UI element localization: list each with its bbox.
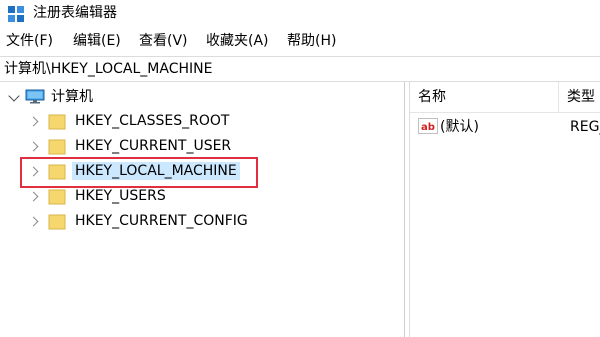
list-item[interactable]: ab (默认) REG_: [410, 116, 600, 138]
value-name: (默认): [440, 119, 479, 135]
annotation-highlight-box: [20, 157, 258, 188]
title-bar: 注册表编辑器: [0, 0, 600, 28]
computer-icon: [25, 89, 45, 104]
value-type: REG_: [570, 119, 600, 135]
list-pane: 名称 类型 ab (默认) REG_: [409, 82, 600, 337]
tree-item-hkcr[interactable]: HKEY_CLASSES_ROOT: [24, 110, 274, 134]
chevron-right-icon[interactable]: [28, 141, 39, 152]
tree-item-label: HKEY_CURRENT_CONFIG: [75, 213, 248, 229]
folder-icon: [48, 214, 66, 230]
address-path[interactable]: 计算机\HKEY_LOCAL_MACHINE: [4, 60, 212, 78]
tree-item-label: HKEY_CLASSES_ROOT: [75, 113, 230, 129]
chevron-down-icon[interactable]: [8, 90, 20, 102]
folder-icon: [48, 114, 66, 130]
svg-text:ab: ab: [421, 122, 435, 133]
folder-icon: [48, 139, 66, 155]
column-name-label: 名称: [418, 89, 446, 105]
tree-pane: 计算机 HKEY_CLASSES_ROOT HKEY_CURRENT_USER …: [0, 82, 405, 337]
column-header-name[interactable]: 名称: [410, 82, 558, 113]
tree-item-hkcu[interactable]: HKEY_CURRENT_USER: [24, 135, 274, 159]
menu-view[interactable]: 查看(V): [139, 32, 188, 50]
column-header-type[interactable]: 类型: [558, 82, 600, 113]
regedit-icon: [8, 6, 24, 22]
menu-favorites[interactable]: 收藏夹(A): [206, 32, 269, 50]
tree-item-hkcc[interactable]: HKEY_CURRENT_CONFIG: [24, 210, 274, 234]
column-type-label: 类型: [567, 89, 595, 105]
address-bar[interactable]: 计算机\HKEY_LOCAL_MACHINE: [0, 56, 600, 82]
tree-item-label: HKEY_CURRENT_USER: [75, 138, 232, 154]
folder-icon: [48, 189, 66, 205]
tree-root-label: 计算机: [51, 89, 93, 105]
menu-bar: 文件(F) 编辑(E) 查看(V) 收藏夹(A) 帮助(H): [0, 30, 600, 52]
tree-root[interactable]: 计算机: [4, 88, 124, 108]
chevron-right-icon[interactable]: [28, 191, 39, 202]
tree-item-label: HKEY_USERS: [75, 188, 166, 204]
menu-help[interactable]: 帮助(H): [287, 32, 336, 50]
tree-item-hku[interactable]: HKEY_USERS: [24, 185, 274, 209]
menu-edit[interactable]: 编辑(E): [73, 32, 121, 50]
chevron-right-icon[interactable]: [28, 216, 39, 227]
window-title: 注册表编辑器: [33, 5, 117, 21]
menu-file[interactable]: 文件(F): [6, 32, 53, 50]
ab-string-icon: ab: [418, 118, 438, 134]
chevron-right-icon[interactable]: [28, 116, 39, 127]
